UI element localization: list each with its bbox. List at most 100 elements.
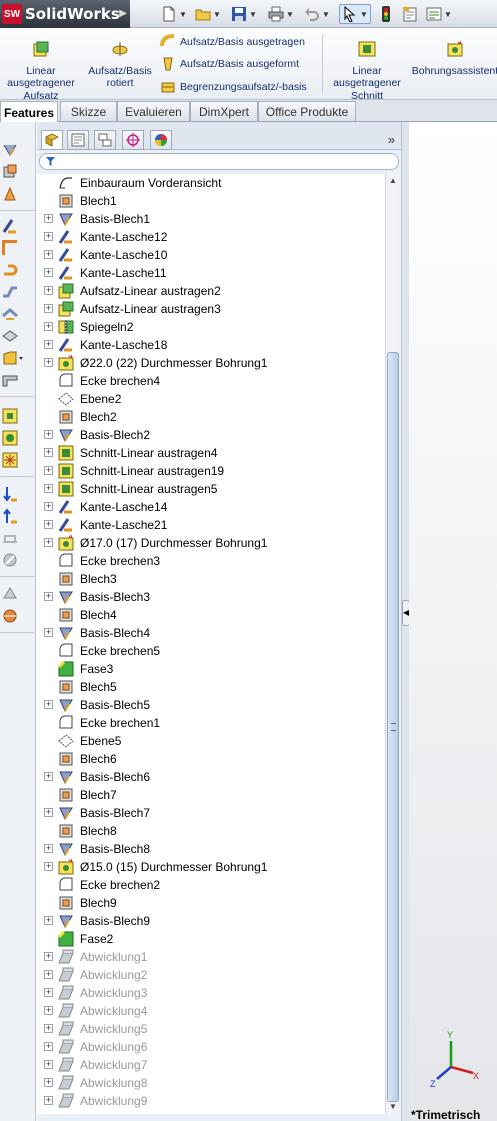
tree-item[interactable]: + Kante-Lasche10	[37, 246, 385, 264]
tree-item[interactable]: + Kante-Lasche14	[37, 498, 385, 516]
scroll-down-arrow-icon[interactable]: ▼	[387, 1101, 399, 1113]
expand-toggle-icon[interactable]: +	[44, 844, 53, 853]
convert-sheetmetal-tool-icon[interactable]	[2, 164, 18, 180]
hole-wizard-button[interactable]: Bohrungsassistent	[410, 40, 497, 77]
linear-boss-button[interactable]: Linear ausgetragener Aufsatz	[2, 40, 80, 102]
expand-toggle-icon[interactable]: +	[44, 700, 53, 709]
tree-item[interactable]: Blech7	[37, 786, 385, 804]
tree-item[interactable]: + Abwicklung9	[37, 1092, 385, 1110]
tree-item[interactable]: Blech6	[37, 750, 385, 768]
tree-item[interactable]: Ecke brechen2	[37, 876, 385, 894]
tree-item[interactable]: + Schnitt-Linear austragen5	[37, 480, 385, 498]
expand-toggle-icon[interactable]: +	[44, 466, 53, 475]
rebuild-button[interactable]	[376, 4, 396, 24]
tree-item[interactable]: Blech3	[37, 570, 385, 588]
tree-item[interactable]: + Abwicklung6	[37, 1038, 385, 1056]
tree-item[interactable]: + Ø22.0 (22) Durchmesser Bohrung1	[37, 354, 385, 372]
tab-office-products[interactable]: Office Produkte	[258, 101, 356, 121]
tree-item[interactable]: + Basis-Blech2	[37, 426, 385, 444]
expand-toggle-icon[interactable]: +	[44, 502, 53, 511]
tree-item[interactable]: + Kante-Lasche12	[37, 228, 385, 246]
tree-item[interactable]: Blech9	[37, 894, 385, 912]
tree-item[interactable]: + Kante-Lasche21	[37, 516, 385, 534]
tree-item[interactable]: Ecke brechen5	[37, 642, 385, 660]
expand-panel-chevron-icon[interactable]: »	[388, 132, 395, 147]
tree-item[interactable]: Fase3	[37, 660, 385, 678]
expand-toggle-icon[interactable]: +	[44, 1042, 53, 1051]
graphics-viewport[interactable]: Y X Z *Trimetrisch	[409, 122, 497, 1121]
tree-item[interactable]: + Abwicklung1	[37, 948, 385, 966]
tab-evaluate[interactable]: Evaluieren	[117, 101, 190, 121]
tree-item[interactable]: + Basis-Blech7	[37, 804, 385, 822]
expand-toggle-icon[interactable]: +	[44, 1006, 53, 1015]
expand-toggle-icon[interactable]: +	[44, 214, 53, 223]
expand-toggle-icon[interactable]: +	[44, 538, 53, 547]
expand-toggle-icon[interactable]: +	[44, 520, 53, 529]
sketched-bend-tool-icon[interactable]	[2, 306, 18, 322]
scroll-up-arrow-icon[interactable]: ▲	[387, 175, 399, 187]
fold-tool-icon[interactable]	[2, 508, 18, 524]
jog-tool-icon[interactable]	[2, 284, 18, 300]
tree-item[interactable]: + Schnitt-Linear austragen19	[37, 462, 385, 480]
tree-item[interactable]: Ecke brechen3	[37, 552, 385, 570]
open-document-button[interactable]: ▼	[194, 4, 222, 24]
tab-features[interactable]: Features	[0, 101, 58, 123]
tab-configurationmanager[interactable]	[94, 130, 116, 150]
tree-item[interactable]: Fase2	[37, 930, 385, 948]
file-properties-button[interactable]	[400, 4, 420, 24]
tree-item[interactable]: Einbauraum Vorderansicht	[37, 174, 385, 192]
tree-item[interactable]: + Basis-Blech8	[37, 840, 385, 858]
expand-toggle-icon[interactable]: +	[44, 628, 53, 637]
expand-toggle-icon[interactable]: +	[44, 772, 53, 781]
expand-toggle-icon[interactable]: +	[44, 862, 53, 871]
panel-splitter[interactable]: ◀	[401, 122, 410, 1121]
lofted-bend-tool-icon[interactable]	[2, 186, 18, 202]
tree-item[interactable]: + Abwicklung8	[37, 1074, 385, 1092]
corner-tools-icon[interactable]	[2, 350, 24, 366]
tree-item[interactable]: Ecke brechen4	[37, 372, 385, 390]
select-button[interactable]: ▼	[339, 4, 371, 24]
unfold-tool-icon[interactable]	[2, 486, 18, 502]
hem-tool-icon[interactable]	[2, 262, 18, 278]
lofted-boss-button[interactable]: Aufsatz/Basis ausgeformt	[160, 56, 299, 72]
simple-hole-tool-icon[interactable]	[2, 430, 18, 446]
tab-displaymanager[interactable]	[150, 130, 172, 150]
tab-dimxpertmanager[interactable]	[122, 130, 144, 150]
tree-item[interactable]: + Aufsatz-Linear austragen2	[37, 282, 385, 300]
base-flange-tool-icon[interactable]	[2, 142, 18, 158]
tree-item[interactable]: + Spiegeln2	[37, 318, 385, 336]
tree-item[interactable]: + Abwicklung7	[37, 1056, 385, 1074]
tree-item[interactable]: + Ø15.0 (15) Durchmesser Bohrung1	[37, 858, 385, 876]
tree-item[interactable]: + Basis-Blech5	[37, 696, 385, 714]
expand-toggle-icon[interactable]: +	[44, 268, 53, 277]
expand-toggle-icon[interactable]: +	[44, 1078, 53, 1087]
cross-break-tool-icon[interactable]	[2, 328, 18, 344]
expand-toggle-icon[interactable]: +	[44, 286, 53, 295]
expand-toggle-icon[interactable]: +	[44, 970, 53, 979]
linear-cut-button[interactable]: Linear ausgetragener Schnitt	[328, 40, 406, 102]
expand-toggle-icon[interactable]: +	[44, 322, 53, 331]
tree-item[interactable]: + Schnitt-Linear austragen4	[37, 444, 385, 462]
expand-toggle-icon[interactable]: +	[44, 952, 53, 961]
tree-item[interactable]: + Basis-Blech1	[37, 210, 385, 228]
tab-dimxpert[interactable]: DimXpert	[190, 101, 258, 121]
miter-flange-tool-icon[interactable]	[2, 240, 18, 256]
tree-item[interactable]: + Abwicklung4	[37, 1002, 385, 1020]
expand-toggle-icon[interactable]: +	[44, 448, 53, 457]
tree-item[interactable]: + Basis-Blech9	[37, 912, 385, 930]
tree-item[interactable]: + Abwicklung3	[37, 984, 385, 1002]
expand-toggle-icon[interactable]: +	[44, 430, 53, 439]
solidworks-menu-button[interactable]: SW SolidWorks ▶	[0, 0, 130, 28]
tree-item[interactable]: Blech8	[37, 822, 385, 840]
tree-item[interactable]: Blech1	[37, 192, 385, 210]
tree-item[interactable]: + Basis-Blech6	[37, 768, 385, 786]
no-bends-tool-icon[interactable]	[2, 552, 18, 568]
tree-item[interactable]: + Kante-Lasche18	[37, 336, 385, 354]
extruded-cut-tool-icon[interactable]	[2, 408, 18, 424]
print-button[interactable]: ▼	[266, 4, 296, 24]
rip-tool-icon[interactable]	[2, 586, 18, 602]
expand-toggle-icon[interactable]: +	[44, 592, 53, 601]
tab-sketch[interactable]: Skizze	[60, 101, 117, 121]
new-document-button[interactable]: ▼	[160, 4, 188, 24]
expand-toggle-icon[interactable]: +	[44, 484, 53, 493]
